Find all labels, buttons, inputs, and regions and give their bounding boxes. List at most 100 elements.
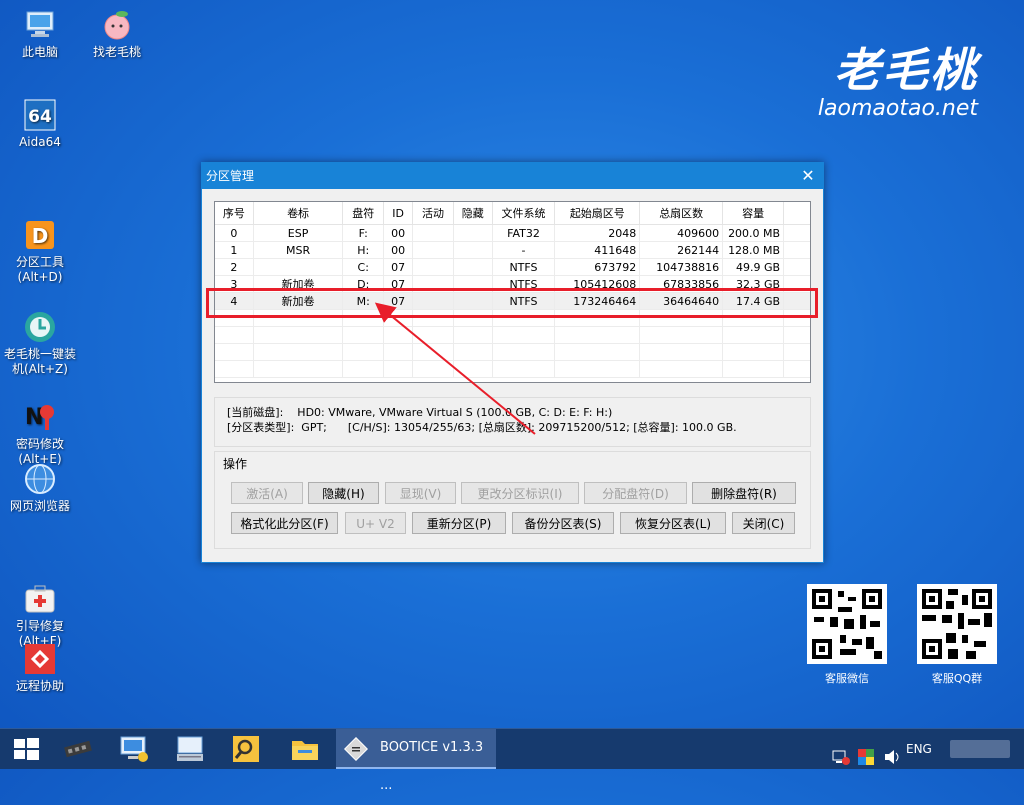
boot-repair-icon xyxy=(23,567,57,613)
table-cell: NTFS xyxy=(492,258,556,276)
windows-start-icon[interactable] xyxy=(10,733,42,765)
clock-area[interactable] xyxy=(950,740,1010,758)
table-cell-empty xyxy=(215,326,254,344)
qr-code-icon xyxy=(917,584,997,664)
taskbar: BOOTICE v1.3.3 ... ENG xyxy=(0,728,1024,793)
desktop-icon-this-pc[interactable]: 此电脑 xyxy=(3,8,77,60)
table-cell-empty xyxy=(383,326,414,344)
desktop-icon-label: 此电脑 xyxy=(21,45,58,59)
table-cell-empty xyxy=(453,326,493,344)
column-header[interactable]: 盘符 xyxy=(342,202,385,225)
table-cell: H: xyxy=(342,241,385,259)
desktop-icon-label: 网页浏览器 xyxy=(9,499,70,513)
desktop-icon-find-laomaotao[interactable]: 找老毛桃 xyxy=(80,8,154,60)
table-cell xyxy=(453,241,493,259)
memory-icon[interactable] xyxy=(62,733,94,765)
highlight-box xyxy=(206,288,818,318)
qr-code-icon xyxy=(807,584,887,664)
operation-button[interactable]: 删除盘符(R) xyxy=(692,482,796,504)
table-cell-empty xyxy=(639,343,724,361)
table-cell: 49.9 GB xyxy=(722,258,785,276)
operation-button[interactable]: 隐藏(H) xyxy=(308,482,379,504)
search-tool-icon[interactable] xyxy=(230,733,262,765)
folder-icon[interactable] xyxy=(289,733,321,765)
column-header[interactable]: 文件系统 xyxy=(492,202,556,225)
current-disk-value: HD0: VMware, VMware Virtual S (100.0 GB,… xyxy=(297,406,613,419)
network-computer-icon[interactable] xyxy=(118,733,150,765)
operation-button[interactable]: 显现(V) xyxy=(385,482,456,504)
taskbar-app-bootice[interactable]: BOOTICE v1.3.3 ... xyxy=(336,729,496,793)
remote-assist-icon xyxy=(23,642,57,676)
table-cell-empty xyxy=(492,343,556,361)
column-header[interactable]: 起始扇区号 xyxy=(554,202,641,225)
operation-button[interactable]: 关闭(C) xyxy=(732,512,795,534)
computer-icon xyxy=(23,8,57,42)
table-cell: 00 xyxy=(383,241,414,259)
desktop-icon-remote-assist[interactable]: 远程协助 xyxy=(3,642,77,694)
operation-button[interactable]: U+ V2 xyxy=(345,512,406,534)
operation-button[interactable]: 重新分区(P) xyxy=(412,512,506,534)
column-header[interactable]: ID xyxy=(383,202,414,225)
operation-button[interactable]: 格式化此分区(F) xyxy=(231,512,338,534)
qr-label: 客服QQ群 xyxy=(931,672,983,685)
partition-table-type-label: [分区表类型]: xyxy=(227,421,295,434)
partition-tool-icon: D xyxy=(23,203,57,249)
dialog-titlebar[interactable]: 分区管理 ✕ xyxy=(202,163,823,189)
table-cell-empty xyxy=(383,343,414,361)
table-cell: 411648 xyxy=(554,241,641,259)
table-cell-empty xyxy=(722,343,785,361)
table-cell-empty xyxy=(342,343,385,361)
desktop-icon-browser[interactable]: 网页浏览器 xyxy=(3,462,77,514)
operation-button[interactable]: 分配盘符(D) xyxy=(584,482,687,504)
table-cell-empty xyxy=(215,343,254,361)
column-header[interactable]: 总扇区数 xyxy=(639,202,724,225)
table-cell-empty xyxy=(383,360,414,378)
qr-qq-group: 客服QQ群 xyxy=(917,584,997,686)
close-icon[interactable]: ✕ xyxy=(793,163,823,189)
language-indicator[interactable]: ENG xyxy=(906,729,932,769)
table-cell: 673792 xyxy=(554,258,641,276)
peach-icon xyxy=(100,8,134,42)
table-row[interactable]: 1 MSR H: 00 -411648 262144 128.0 MB xyxy=(215,241,810,259)
operation-button[interactable]: 备份分区表(S) xyxy=(512,512,614,534)
network-status-icon[interactable] xyxy=(832,741,850,781)
table-empty-row xyxy=(215,343,810,361)
disk-info-panel: [当前磁盘]: HD0: VMware, VMware Virtual S (1… xyxy=(214,397,811,447)
table-cell: MSR xyxy=(253,241,344,259)
table-cell-empty xyxy=(412,326,454,344)
table-cell-empty xyxy=(412,360,454,378)
keyboard-settings-icon[interactable] xyxy=(174,733,206,765)
current-disk-label: [当前磁盘]: xyxy=(227,406,284,419)
table-cell-filler xyxy=(783,224,810,242)
desktop-icon-label: 找老毛桃 xyxy=(92,45,141,59)
svg-text:64: 64 xyxy=(28,107,52,127)
color-display-icon[interactable] xyxy=(858,741,874,781)
brand-logo: 老毛桃 laomaotao.net xyxy=(818,44,978,121)
brand-domain: laomaotao.net xyxy=(817,96,978,121)
table-empty-row xyxy=(215,326,810,344)
table-cell-empty xyxy=(783,360,810,378)
table-cell: 200.0 MB xyxy=(722,224,785,242)
operation-button[interactable]: 恢复分区表(L) xyxy=(620,512,726,534)
operation-button[interactable]: 激活(A) xyxy=(231,482,303,504)
table-empty-row xyxy=(215,360,810,378)
column-header[interactable]: 容量 xyxy=(722,202,785,225)
desktop-icon-aida64[interactable]: 64 Aida64 xyxy=(3,98,77,150)
column-header[interactable]: 卷标 xyxy=(253,202,344,225)
table-cell: 00 xyxy=(383,224,414,242)
table-cell-empty xyxy=(783,343,810,361)
table-cell-empty xyxy=(253,360,344,378)
table-row[interactable]: 2 C: 07 NTFS 673792 104738816 49.9 GB xyxy=(215,258,810,276)
volume-icon[interactable] xyxy=(884,741,902,781)
brand-logo-text: 老毛桃 xyxy=(834,43,978,97)
column-header[interactable]: 序号 xyxy=(215,202,254,225)
browser-icon xyxy=(23,462,57,496)
table-cell-empty xyxy=(215,360,254,378)
table-row[interactable]: 0 ESP F: 00 FAT32 2048 409600 200.0 MB xyxy=(215,224,810,242)
column-header[interactable]: 活动 xyxy=(412,202,454,225)
column-header[interactable]: 隐藏 xyxy=(453,202,493,225)
operation-button[interactable]: 更改分区标识(I) xyxy=(461,482,579,504)
table-cell-filler xyxy=(783,241,810,259)
bootice-app-icon xyxy=(343,736,369,777)
table-cell-empty xyxy=(554,326,641,344)
